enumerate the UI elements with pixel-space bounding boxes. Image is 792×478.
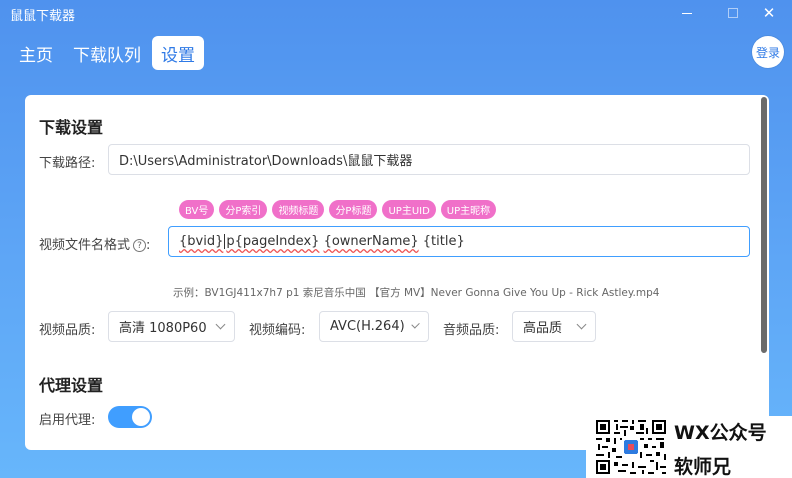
filename-tag-list: BV号 分P索引 视频标题 分P标题 UP主UID UP主昵称: [179, 200, 497, 219]
filename-format-colon: :: [146, 238, 151, 253]
enable-proxy-toggle[interactable]: [108, 406, 152, 428]
help-icon[interactable]: ?: [133, 239, 147, 252]
download-path-label: 下载路径:: [39, 156, 96, 171]
download-settings-title: 下载设置: [39, 118, 104, 137]
title-bar: 鼠鼠下载器 ✕: [0, 0, 792, 26]
watermark-line-2: 软师兄: [674, 456, 732, 478]
tag-owner-uid[interactable]: UP主UID: [382, 200, 436, 219]
filename-example: 示例：BV1GJ411x7h7 p1 索尼音乐中国 【官方 MV】Never G…: [173, 287, 660, 299]
tag-bvid[interactable]: BV号: [179, 200, 215, 219]
maximize-icon: [728, 8, 738, 18]
audio-quality-select[interactable]: 高品质: [512, 311, 596, 342]
watermark-line-1: WX公众号: [674, 422, 767, 444]
enable-proxy-label: 启用代理:: [39, 413, 96, 428]
tab-home[interactable]: 主页: [10, 36, 62, 70]
minimize-button[interactable]: [664, 0, 710, 26]
tab-download-queue[interactable]: 下载队列: [64, 36, 150, 70]
tab-settings[interactable]: 设置: [152, 36, 204, 70]
filename-part-page: p{pageIndex}: [226, 234, 320, 249]
login-button[interactable]: 登录: [752, 36, 784, 68]
toggle-knob: [132, 408, 150, 426]
close-button[interactable]: ✕: [746, 0, 792, 26]
audio-quality-value: 高品质: [523, 321, 563, 336]
tag-video-title[interactable]: 视频标题: [272, 200, 325, 219]
video-quality-select[interactable]: 高清 1080P60: [108, 311, 235, 342]
window-title: 鼠鼠下载器: [10, 9, 76, 24]
tag-owner-name[interactable]: UP主昵称: [440, 200, 497, 219]
filename-format-input[interactable]: {bvid} p{pageIndex} {ownerName} {title}: [168, 226, 750, 257]
video-codec-label: 视频编码:: [249, 323, 306, 338]
video-codec-value: AVC(H.264): [330, 319, 405, 334]
main-nav: 主页 下载队列 设置: [10, 36, 204, 70]
download-path-value: D:\Users\Administrator\Downloads\鼠鼠下载器: [119, 154, 413, 169]
qr-code-icon: [594, 418, 668, 476]
chevron-down-icon: [576, 319, 587, 330]
chevron-down-icon: [215, 319, 226, 330]
settings-card: 下载设置 下载路径: D:\Users\Administrator\Downlo…: [25, 95, 769, 450]
proxy-settings-title: 代理设置: [39, 376, 104, 395]
tag-page-title[interactable]: 分P标题: [329, 200, 378, 219]
filename-part-bvid: {bvid}: [179, 234, 224, 249]
video-quality-value: 高清 1080P60: [119, 321, 207, 336]
filename-part-title: {title}: [422, 234, 465, 249]
filename-format-label-text: 视频文件名格式: [39, 238, 131, 253]
close-icon: ✕: [762, 3, 776, 22]
tag-page-index[interactable]: 分P索引: [219, 200, 268, 219]
download-path-input[interactable]: D:\Users\Administrator\Downloads\鼠鼠下载器: [108, 144, 750, 175]
video-codec-select[interactable]: AVC(H.264): [319, 311, 429, 342]
chevron-down-icon: [410, 320, 420, 329]
filename-part-owner: {ownerName}: [323, 234, 419, 249]
video-quality-label: 视频品质:: [39, 323, 96, 338]
audio-quality-label: 音频品质:: [443, 323, 500, 338]
minimize-icon: [682, 12, 692, 14]
text-caret: [224, 234, 226, 249]
filename-format-label: 视频文件名格式?:: [39, 234, 150, 253]
watermark: WX公众号 软师兄: [586, 416, 792, 478]
scrollbar[interactable]: [761, 97, 767, 353]
